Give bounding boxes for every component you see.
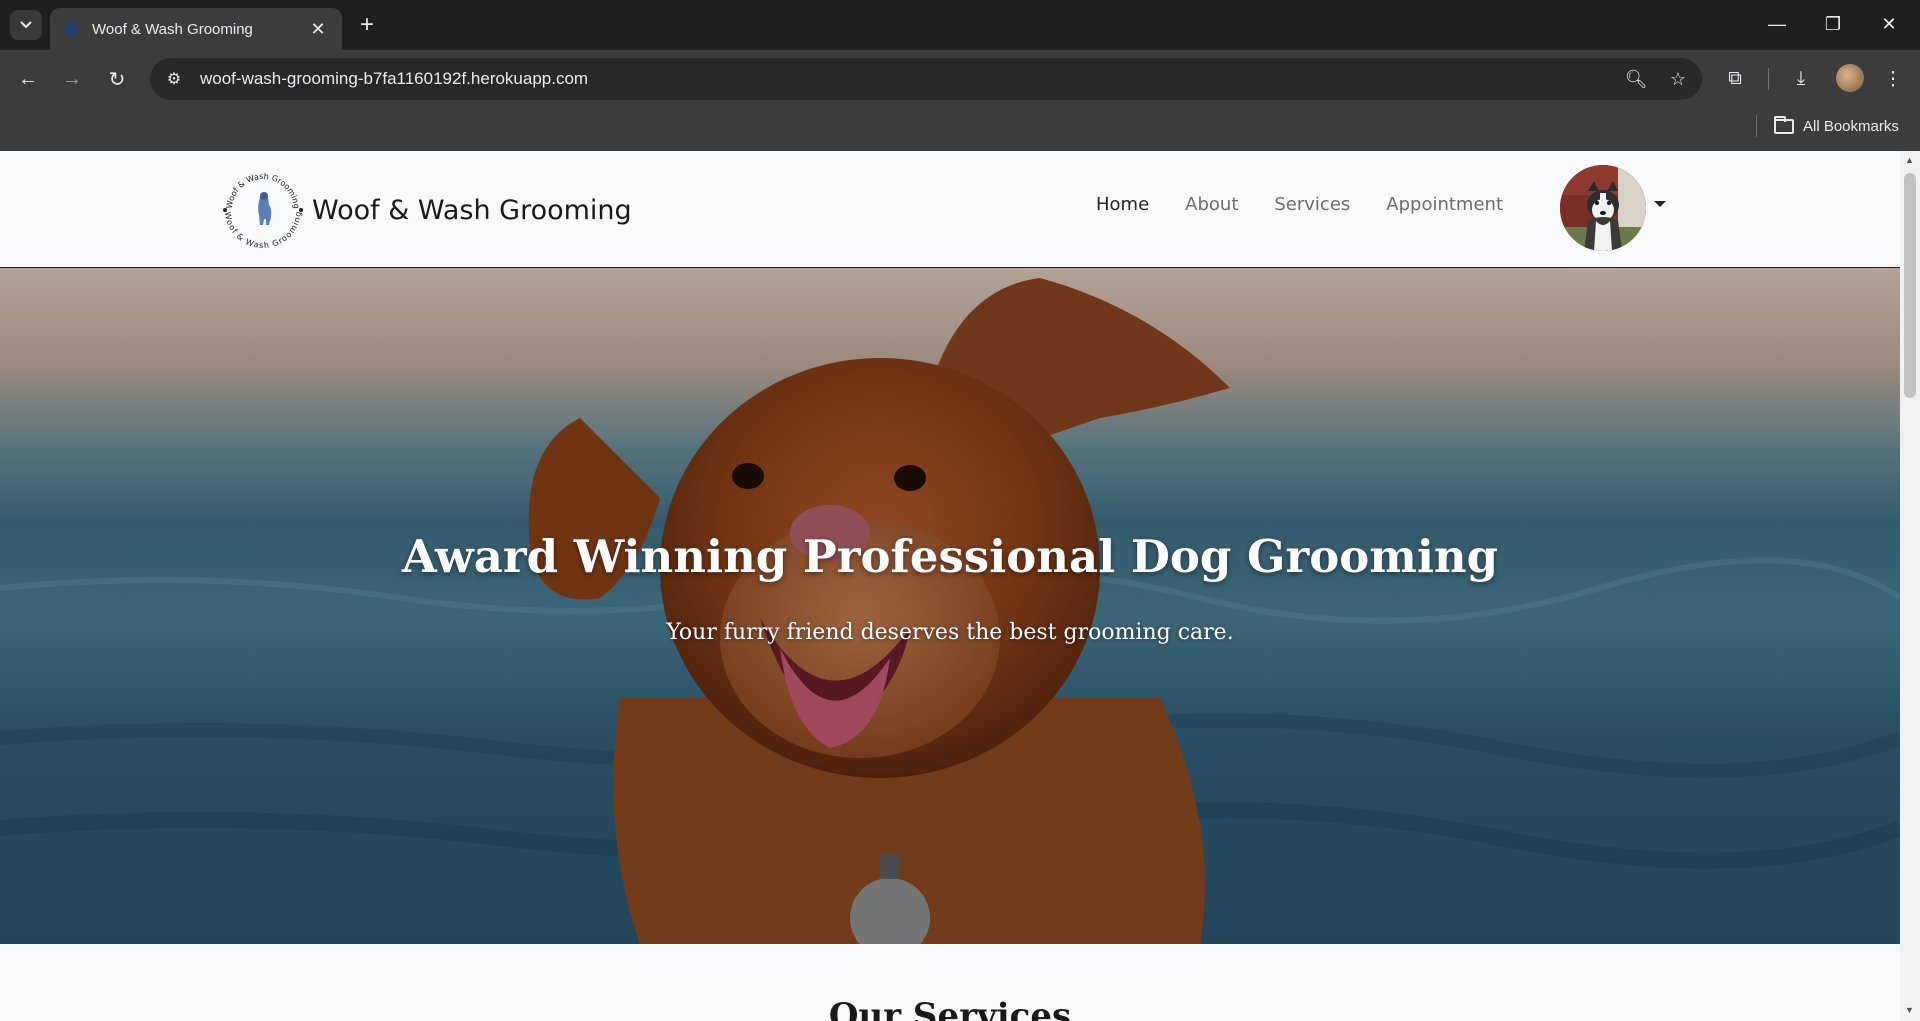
site-navbar: Woof & Wash Grooming Woof & Wash Groomin… [0,151,1900,268]
favicon-icon [64,21,80,37]
tab-search-button[interactable] [10,10,42,40]
restore-button[interactable]: ❐ [1810,8,1856,40]
new-tab-button[interactable]: + [352,10,382,40]
main-nav: Home About Services Appointment [1096,194,1539,215]
user-menu-caret-icon[interactable] [1654,201,1666,207]
forward-icon[interactable]: → [56,63,88,95]
scroll-down-icon[interactable]: ▼ [1905,1005,1914,1015]
extensions-icon[interactable]: ⧉ [1718,63,1752,95]
chevron-down-icon [20,21,32,29]
url-text[interactable]: woof-wash-grooming-b7fa1160192f.herokuap… [200,69,1618,89]
user-avatar[interactable] [1560,165,1646,251]
browser-tab-strip: Woof & Wash Grooming ✕ + — ❐ ✕ [0,0,1920,50]
tab-title: Woof & Wash Grooming [92,20,253,38]
address-bar[interactable]: ⚙ woof-wash-grooming-b7fa1160192f.heroku… [150,58,1702,100]
nav-services[interactable]: Services [1274,194,1350,215]
nav-about[interactable]: About [1185,194,1238,215]
bookmarks-divider [1756,115,1757,137]
close-window-button[interactable]: ✕ [1866,8,1912,40]
site-info-icon[interactable]: ⚙ [156,61,192,97]
hero-title: Award Winning Professional Dog Grooming [401,530,1499,583]
hero-banner: Award Winning Professional Dog Grooming … [0,268,1900,944]
services-heading: Our Services [828,996,1072,1021]
toolbar-divider [1768,68,1769,90]
bookmarks-bar: All Bookmarks [0,108,1920,151]
browser-toolbar: ← → ↻ ⚙ woof-wash-grooming-b7fa1160192f.… [0,50,1920,108]
close-tab-icon[interactable]: ✕ [308,19,328,40]
hero-subtitle: Your furry friend deserves the best groo… [666,620,1234,645]
nav-home[interactable]: Home [1096,194,1149,215]
menu-icon[interactable]: ⋮ [1876,63,1910,95]
hero-overlay [0,268,1900,944]
page-scrollbar[interactable]: ▲ ▼ [1900,151,1920,1021]
all-bookmarks-button[interactable]: All Bookmarks [1774,112,1899,140]
scroll-thumb[interactable] [1904,173,1916,398]
folder-icon [1774,115,1794,134]
zoom-icon[interactable]: 🔍︎ [1618,61,1654,97]
bookmark-star-icon[interactable]: ☆ [1660,61,1696,97]
dog-logo-icon: Woof & Wash Grooming Woof & Wash Groomin… [220,167,306,253]
minimize-button[interactable]: — [1754,8,1800,40]
page-viewport: Woof & Wash Grooming Woof & Wash Groomin… [0,151,1900,1021]
brand-link[interactable]: Woof & Wash Grooming Woof & Wash Groomin… [220,167,632,253]
brand-name: Woof & Wash Grooming [312,194,632,226]
nav-appointment[interactable]: Appointment [1386,194,1503,215]
back-icon[interactable]: ← [12,63,44,95]
profile-avatar[interactable] [1836,64,1864,92]
all-bookmarks-label: All Bookmarks [1803,117,1899,135]
reload-icon[interactable]: ↻ [101,63,133,95]
scroll-up-icon[interactable]: ▲ [1905,155,1914,165]
download-icon[interactable]: ⤓ [1784,63,1818,95]
browser-tab[interactable]: Woof & Wash Grooming ✕ [50,8,342,50]
